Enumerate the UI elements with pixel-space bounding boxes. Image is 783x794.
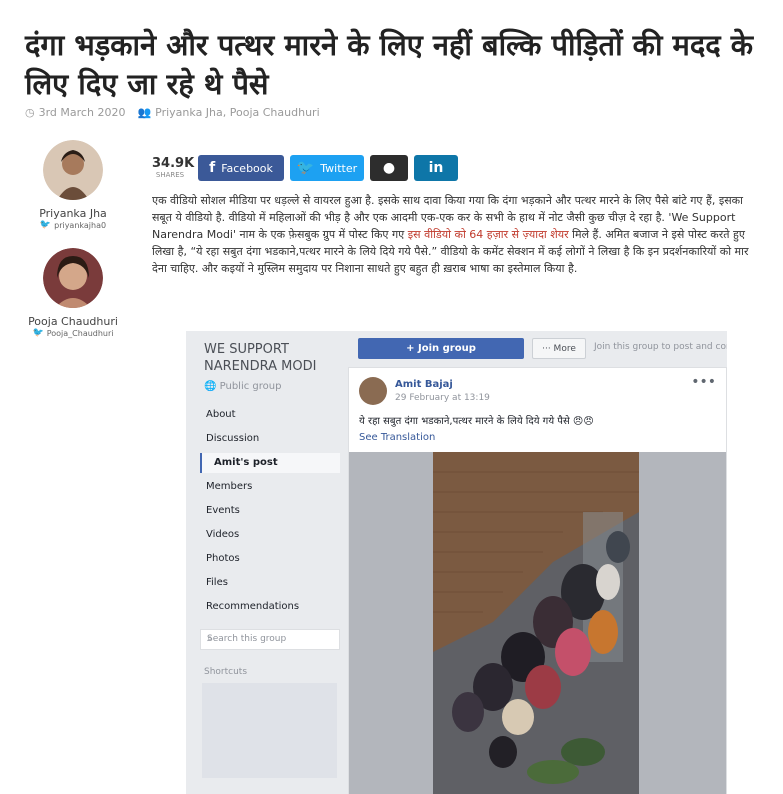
article-headline: दंगा भड़काने और पत्थर मारने के लिए नहीं … xyxy=(25,28,754,101)
twitter-icon: 🐦 xyxy=(296,160,315,176)
video-still xyxy=(433,452,639,794)
twitter-share-button[interactable]: 🐦 Twitter xyxy=(290,155,364,181)
group-nav-members: Members xyxy=(206,481,253,492)
group-nav-photos: Photos xyxy=(206,553,240,564)
post-text: ये रहा सबुत दंगा भडकाने,पत्थर मारने के ल… xyxy=(359,416,594,427)
author-name[interactable]: Pooja Chaudhuri xyxy=(18,315,128,328)
group-nav-files: Files xyxy=(206,577,228,588)
group-title: WE SUPPORT NARENDRA MODI xyxy=(204,342,317,374)
authors-meta: 👥 Priyanka Jha, Pooja Chaudhuri xyxy=(137,106,319,119)
author-card-priyanka: Priyanka Jha 🐦 priyankajha0 xyxy=(18,140,128,230)
users-icon: 👥 xyxy=(137,106,152,119)
author-handle[interactable]: 🐦 Pooja_Chaudhuri xyxy=(18,328,128,338)
group-type-label: Public group xyxy=(219,381,282,392)
author-handle-text: priyankajha0 xyxy=(54,220,107,230)
article-authors[interactable]: Priyanka Jha, Pooja Chaudhuri xyxy=(155,106,319,119)
group-nav-events: Events xyxy=(206,505,240,516)
video-frame xyxy=(433,452,639,794)
group-nav-amits-post-label: Amit's post xyxy=(214,457,278,468)
post-time: 29 February at 13:19 xyxy=(395,393,490,403)
post-video xyxy=(349,452,726,794)
more-button: ··· More xyxy=(532,338,586,359)
article-body: एक वीडियो सोशल मीडिया पर धड़ल्ले से वायर… xyxy=(152,192,764,277)
facebook-screenshot: WE SUPPORT NARENDRA MODI 🌐 Public group … xyxy=(186,331,727,794)
blurred-shortcuts xyxy=(202,683,337,778)
twitter-icon: 🐦 xyxy=(39,220,52,230)
article-date: 3rd March 2020 xyxy=(38,106,126,119)
facebook-post: Amit Bajaj 29 February at 13:19 ••• ये र… xyxy=(348,367,727,794)
video-blur-left xyxy=(349,452,433,794)
date-meta: ◷ 3rd March 2020 xyxy=(25,106,125,119)
group-nav-recommendations: Recommendations xyxy=(206,601,300,612)
group-nav-about: About xyxy=(206,409,236,420)
globe-icon: 🌐 xyxy=(204,381,217,392)
join-prompt: Join this group to post and comme xyxy=(594,342,727,352)
see-translation-link: See Translation xyxy=(359,432,436,443)
group-search: Search this group ⌕ xyxy=(200,629,340,650)
group-sidebar: WE SUPPORT NARENDRA MODI 🌐 Public group … xyxy=(186,331,348,794)
group-nav-videos: Videos xyxy=(206,529,240,540)
video-blur-right xyxy=(639,452,726,794)
group-nav-amits-post: Amit's post xyxy=(200,453,340,473)
author-handle-text: Pooja_Chaudhuri xyxy=(46,328,114,338)
twitter-icon: 🐦 xyxy=(32,328,44,338)
group-actions: + Join group ··· More Join this group to… xyxy=(348,331,727,363)
author-avatar[interactable] xyxy=(43,248,103,308)
article-meta: ◷ 3rd March 2020 👥 Priyanka Jha, Pooja Cha… xyxy=(25,106,320,119)
join-group-button: + Join group xyxy=(358,338,524,359)
reddit-icon: ● xyxy=(382,160,396,176)
facebook-share-button[interactable]: f Facebook xyxy=(198,155,284,181)
shortcuts-heading: Shortcuts xyxy=(204,667,248,677)
facebook-label: Facebook xyxy=(221,161,273,175)
reddit-share-button[interactable]: ● xyxy=(370,155,408,181)
share-bar: 34.9K SHARES f Facebook 🐦 Twitter ● in xyxy=(152,155,458,181)
post-author: Amit Bajaj xyxy=(395,379,453,390)
author-avatar[interactable] xyxy=(43,140,103,200)
facebook-icon: f xyxy=(209,160,216,176)
share-count: 34.9K xyxy=(152,156,195,171)
post-author-avatar xyxy=(359,377,387,405)
author-card-pooja: Pooja Chaudhuri 🐦 Pooja_Chaudhuri xyxy=(18,248,128,338)
author-name[interactable]: Priyanka Jha xyxy=(18,207,128,220)
group-type: 🌐 Public group xyxy=(204,381,281,392)
article-body-link[interactable]: इस वीडियो को 64 हज़ार से ज़्यादा शेयर xyxy=(408,228,569,241)
search-icon: ⌕ xyxy=(207,633,213,644)
twitter-label: Twitter xyxy=(320,161,358,175)
share-count-label: SHARES xyxy=(155,171,185,179)
more-options-icon: ••• xyxy=(691,374,716,390)
clock-icon: ◷ xyxy=(25,106,35,119)
linkedin-icon: in xyxy=(428,160,444,176)
group-nav-discussion: Discussion xyxy=(206,433,260,444)
linkedin-share-button[interactable]: in xyxy=(414,155,458,181)
author-handle[interactable]: 🐦 priyankajha0 xyxy=(18,220,128,230)
share-counter: 34.9K SHARES xyxy=(152,156,195,180)
